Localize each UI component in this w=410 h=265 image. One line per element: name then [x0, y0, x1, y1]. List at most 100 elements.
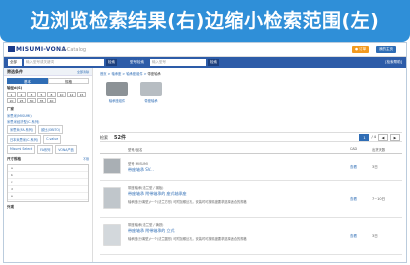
logo-mark-icon [8, 46, 15, 52]
spec-option[interactable]: d [8, 186, 88, 193]
row-code: 带座轴承(法兰型 / 钢板) [128, 186, 164, 190]
product-image [140, 82, 162, 96]
col-header-name: 型号/品名 [128, 148, 143, 152]
part-number-input[interactable]: 输入型号 [150, 59, 206, 66]
size-chip[interactable]: 25 [17, 98, 26, 103]
part-number-search-button[interactable]: 检索 [208, 59, 219, 66]
part-number-label: 型号检索 [130, 60, 144, 64]
row-code: 带座轴承(法兰型 / 铸铁) [128, 223, 164, 227]
row-thumbnail[interactable] [103, 158, 121, 174]
site-logo[interactable]: MISUMI-VONA [8, 46, 66, 53]
size-chip[interactable]: 1 [7, 92, 16, 97]
maker-pill[interactable]: FA系列 [37, 145, 54, 154]
size-chip[interactable]: 40 [47, 98, 56, 103]
search-help-link[interactable]: [检索帮助] [385, 60, 402, 65]
col-header-days: 出货天数 [372, 148, 386, 152]
maker-link[interactable]: 米思米经济型(C-系列) [7, 119, 89, 124]
row-description: 轴承座(分离型)/一个(法兰圆形) 可附加螺丝孔，安装时可按精度要求选择适合的规… [128, 237, 247, 241]
maker-pill[interactable]: 日本米思米(C-系列) [7, 135, 42, 144]
next-page-button[interactable]: ▶ [390, 134, 400, 141]
row-ship-days: 3日 [372, 234, 378, 238]
annotation-banner: 边浏览检索结果(右)边缩小检索范围(左) [0, 0, 410, 42]
banner-title: 边浏览检索结果(右)边缩小检索范围(左) [30, 10, 380, 32]
maker-pill[interactable]: Misumi Select [7, 145, 36, 154]
row-ship-days: 7~10日 [372, 197, 386, 201]
category-card[interactable]: 带座轴承 [136, 82, 166, 108]
order-button[interactable]: ● 订单 [352, 46, 370, 53]
clear-all-link[interactable]: 全部清除 [77, 68, 89, 76]
size-chip[interactable]: 5 [37, 92, 46, 97]
results-main: 首页 > 轴承座 > 轴承座组件 > 带座轴承 轴承座组件 带座轴承 检索 52… [94, 68, 406, 262]
maker-link[interactable]: 米思米(MISUMI) [7, 113, 89, 118]
maker-pair: 米思米(FA-系列) 欧比(OBITO) [7, 125, 89, 134]
page-total: / 4 [371, 135, 376, 139]
tab-basic[interactable]: 基本 [7, 78, 48, 84]
row-product-name[interactable]: 带座轴承 附带轴承的 座式轴承座 [128, 191, 187, 197]
category-card[interactable]: 轴承座组件 [102, 82, 132, 108]
breadcrumb-item[interactable]: 轴承座 [111, 72, 121, 76]
brand-subtitle: e-Catalog [62, 47, 87, 53]
row-code: 型号 MISUMI [128, 162, 148, 166]
size-chip[interactable]: 15 [77, 92, 86, 97]
size-chips: 1 2 3 5 8 10 12 15 20 25 30 35 40 [7, 92, 89, 103]
maker-pill[interactable]: 欧比(OBITO) [38, 125, 64, 134]
breadcrumb-item[interactable]: 首页 [100, 72, 107, 76]
results-label: 检索 [100, 135, 108, 140]
row-product-name[interactable]: 带座轴承 附带轴承的 立式 [128, 228, 175, 234]
results-toolbar: 检索 52件 1 / 4 ◀ ▶ [100, 132, 402, 142]
row-cad-link[interactable]: 查看 [350, 234, 357, 239]
spec-option[interactable]: a [8, 165, 88, 172]
maker-pill[interactable]: VONA产品 [55, 145, 77, 154]
size-chip[interactable]: 35 [37, 98, 46, 103]
row-product-name[interactable]: 带座轴承 SV... [128, 167, 154, 173]
row-thumbnail[interactable] [103, 224, 121, 246]
size-chip[interactable]: 20 [7, 98, 16, 103]
keyword-search-button[interactable]: 检索 [106, 59, 117, 66]
size-chip[interactable]: 30 [27, 98, 36, 103]
row-cad-link[interactable]: 查看 [350, 197, 357, 202]
size-chip[interactable]: 12 [67, 92, 76, 97]
site-header: MISUMI-VONA e-Catalog ● 订单 我的主页 [4, 43, 406, 57]
browser-frame: MISUMI-VONA e-Catalog ● 订单 我的主页 全部 输入型号或… [3, 42, 407, 263]
product-image [106, 82, 128, 96]
breadcrumb: 首页 > 轴承座 > 轴承座组件 > 带座轴承 [100, 72, 161, 76]
size-chip[interactable]: 2 [17, 92, 26, 97]
spec-section-head: 尺寸规格 不限 [7, 157, 89, 162]
tab-spec[interactable]: 规格 [48, 78, 89, 84]
spec-option[interactable]: c [8, 179, 88, 186]
maker-pair: Misumi Select FA系列 VONA产品 [7, 145, 89, 154]
search-bar: 全部 输入型号或关键词 检索 型号检索 输入型号 检索 [检索帮助] [4, 57, 406, 68]
size-chip[interactable]: 10 [57, 92, 66, 97]
table-row[interactable]: 型号 MISUMI 带座轴承 SV... 查看 3日 [100, 155, 402, 181]
page-number[interactable]: 1 [359, 134, 370, 141]
prev-page-button[interactable]: ◀ [378, 134, 388, 141]
size-section-title: 轴径d(S) [7, 86, 23, 90]
breadcrumb-item[interactable]: 轴承座组件 [126, 72, 142, 76]
spec-option[interactable]: e [8, 193, 88, 200]
filter-sidebar: 筛选条件 全部清除 基本 规格 轴径d(S) 1 2 3 5 8 10 12 1… [4, 68, 93, 262]
appearance-section-title: 外观 [7, 205, 14, 209]
results-table-header: 型号/品名 CAD 出货天数 [100, 146, 402, 154]
size-chip[interactable]: 3 [27, 92, 36, 97]
category-select[interactable]: 全部 [8, 59, 22, 66]
category-caption[interactable]: 带座轴承 [136, 98, 166, 103]
spec-option[interactable]: b [8, 172, 88, 179]
maker-section-title: 厂家 [7, 107, 14, 111]
maker-pill[interactable]: C-value [43, 135, 62, 144]
row-ship-days: 3日 [372, 165, 378, 169]
maker-pair: 日本米思米(C-系列) C-value [7, 135, 89, 144]
filter-header: 筛选条件 全部清除 [4, 68, 92, 76]
maker-pill[interactable]: 米思米(FA-系列) [7, 125, 37, 134]
pagination: 1 / 4 ◀ ▶ [359, 134, 400, 141]
my-page-button[interactable]: 我的主页 [376, 46, 396, 53]
spec-list[interactable]: a b c d e [7, 164, 89, 202]
keyword-input[interactable]: 输入型号或关键词 [24, 59, 104, 66]
row-thumbnail[interactable] [103, 187, 121, 209]
table-row[interactable]: 带座轴承(法兰型 / 铸铁) 带座轴承 附带轴承的 立式 轴承座(分离型)/一个… [100, 219, 402, 255]
table-row[interactable]: 带座轴承(法兰型 / 钢板) 带座轴承 附带轴承的 座式轴承座 轴承座(分离型)… [100, 182, 402, 218]
col-header-action: CAD [350, 147, 358, 151]
row-cad-link[interactable]: 查看 [350, 165, 357, 170]
category-caption[interactable]: 轴承座组件 [102, 98, 132, 103]
spec-reset-link[interactable]: 不限 [83, 157, 89, 162]
size-chip[interactable]: 8 [47, 92, 56, 97]
